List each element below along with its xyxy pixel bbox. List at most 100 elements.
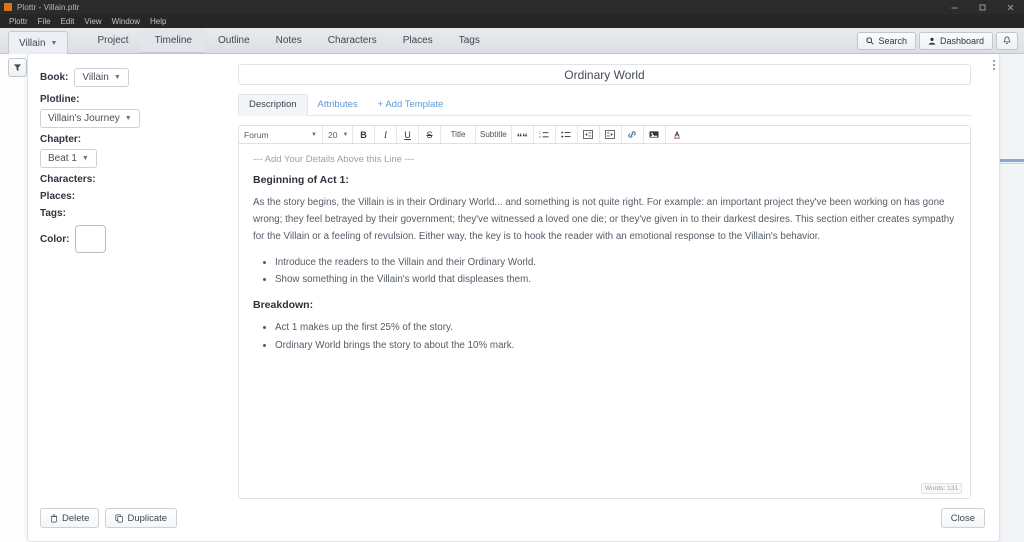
bold-icon: B <box>360 129 367 140</box>
link-icon <box>627 130 637 139</box>
text-color-button[interactable] <box>666 126 688 143</box>
list-item: Introduce the readers to the Villain and… <box>275 255 956 272</box>
search-icon <box>866 36 874 45</box>
list-item: Act 1 makes up the first 25% of the stor… <box>275 320 956 337</box>
tab-characters[interactable]: Characters <box>315 28 390 53</box>
indent-button[interactable] <box>600 126 622 143</box>
chevron-down-icon: ▼ <box>124 115 132 122</box>
book-dropdown-value: Villain <box>82 72 109 83</box>
card-meta-panel: Book: Villain ▼ Plotline: Villain's Jour… <box>28 54 228 541</box>
notifications-button[interactable] <box>996 31 1018 50</box>
book-selector[interactable]: Villain ▼ <box>8 31 69 54</box>
subtitle-style-label: Subtitle <box>480 130 507 139</box>
color-label: Color: <box>40 233 70 245</box>
meta-row-places[interactable]: Places: <box>40 191 216 202</box>
delete-button-label: Delete <box>62 512 90 524</box>
tab-timeline[interactable]: Timeline <box>141 28 205 53</box>
underline-button[interactable]: U <box>397 126 419 143</box>
tab-notes[interactable]: Notes <box>263 28 315 53</box>
underline-icon: U <box>404 129 411 140</box>
tab-tags[interactable]: Tags <box>446 28 493 53</box>
svg-text:2: 2 <box>539 135 541 139</box>
document-body[interactable]: --- Add Your Details Above this Line ---… <box>238 144 971 499</box>
search-button[interactable]: Search <box>857 31 916 50</box>
chevron-down-icon: ▼ <box>342 131 349 138</box>
trash-icon <box>50 513 58 523</box>
font-family-select[interactable]: Forum ▼ <box>239 126 323 143</box>
color-swatch[interactable] <box>75 225 107 253</box>
tab-places[interactable]: Places <box>390 28 446 53</box>
close-button[interactable] <box>996 0 1024 14</box>
filter-button[interactable] <box>8 58 27 77</box>
menu-item-edit[interactable]: Edit <box>56 17 80 26</box>
italic-icon: I <box>384 129 387 140</box>
svg-text:1: 1 <box>539 131 541 135</box>
bold-button[interactable]: B <box>353 126 375 143</box>
dashboard-button-label: Dashboard <box>939 35 984 46</box>
subtitle-style-button[interactable]: Subtitle <box>476 126 512 143</box>
duplicate-button-label: Duplicate <box>127 512 168 524</box>
tab-outline[interactable]: Outline <box>205 28 263 53</box>
strikethrough-icon: S <box>426 129 433 140</box>
plotline-dropdown[interactable]: Villain's Journey ▼ <box>40 109 140 128</box>
vertical-dots-icon <box>992 59 995 71</box>
app-body: Book: Villain ▼ Plotline: Villain's Jour… <box>0 54 1024 542</box>
italic-button[interactable]: I <box>375 126 397 143</box>
document-heading-1: Beginning of Act 1: <box>253 174 349 186</box>
places-label: Places: <box>40 191 76 202</box>
dashboard-button[interactable]: Dashboard <box>918 31 993 50</box>
window-title: Plottr - Villain.pltr <box>17 2 80 12</box>
book-selector-label: Villain <box>19 37 46 49</box>
tab-attributes[interactable]: Attributes <box>308 95 368 115</box>
tab-project[interactable]: Project <box>84 28 141 53</box>
chapter-dropdown-value: Beat 1 <box>48 153 77 164</box>
document-heading-2: Breakdown: <box>253 299 314 312</box>
card-options-menu[interactable] <box>986 56 1001 74</box>
link-button[interactable] <box>622 126 644 143</box>
close-modal-button[interactable]: Close <box>940 508 985 528</box>
meta-row-tags[interactable]: Tags: <box>40 208 216 219</box>
menu-item-window[interactable]: Window <box>107 17 145 26</box>
duplicate-button[interactable]: Duplicate <box>105 508 178 528</box>
meta-row-plotline: Plotline: Villain's Journey ▼ <box>40 94 216 128</box>
plottr-logo-icon <box>4 3 12 11</box>
user-icon <box>928 37 936 45</box>
book-label: Book: <box>40 72 69 83</box>
menu-item-file[interactable]: File <box>33 17 56 26</box>
insert-image-button[interactable] <box>644 126 666 143</box>
font-family-value: Forum <box>244 129 269 140</box>
plotline-dropdown-value: Villain's Journey <box>48 113 120 124</box>
ordered-list-button[interactable]: 12 <box>534 126 556 143</box>
title-style-button[interactable]: Title <box>441 126 476 143</box>
characters-label: Characters: <box>40 174 96 185</box>
delete-button[interactable]: Delete <box>40 508 100 528</box>
menu-item-plottr[interactable]: Plottr <box>4 17 33 26</box>
add-template-button[interactable]: + Add Template <box>368 95 454 115</box>
font-size-select[interactable]: 20 ▼ <box>323 126 353 143</box>
plotline-label: Plotline: <box>40 94 80 105</box>
maximize-button[interactable] <box>968 0 996 14</box>
chapter-dropdown[interactable]: Beat 1 ▼ <box>40 149 97 168</box>
card-detail-modal: Book: Villain ▼ Plotline: Villain's Jour… <box>27 54 1000 542</box>
menu-item-view[interactable]: View <box>79 17 106 26</box>
modal-footer <box>238 499 985 541</box>
text-color-icon <box>672 130 682 139</box>
application-menubar: Plottr File Edit View Window Help <box>0 14 1024 28</box>
chevron-down-icon: ▼ <box>81 155 89 162</box>
book-dropdown[interactable]: Villain ▼ <box>74 68 129 87</box>
bullet-list-button[interactable] <box>556 126 578 143</box>
card-title-input[interactable]: Ordinary World <box>238 64 971 85</box>
bell-icon <box>1003 36 1011 45</box>
minimize-button[interactable] <box>940 0 968 14</box>
word-count-badge: Words: 131 <box>920 483 962 494</box>
tab-description[interactable]: Description <box>238 94 308 116</box>
timeline-accent-line-secondary <box>1000 163 1024 164</box>
navbar-actions: Search Dashboard <box>857 28 1024 53</box>
strikethrough-button[interactable]: S <box>419 126 441 143</box>
meta-row-characters[interactable]: Characters: <box>40 174 216 185</box>
blockquote-button[interactable]: ““ <box>512 126 534 143</box>
outdent-button[interactable] <box>578 126 600 143</box>
meta-row-chapter: Chapter: Beat 1 ▼ <box>40 134 216 168</box>
search-button-label: Search <box>878 35 907 46</box>
menu-item-help[interactable]: Help <box>145 17 171 26</box>
